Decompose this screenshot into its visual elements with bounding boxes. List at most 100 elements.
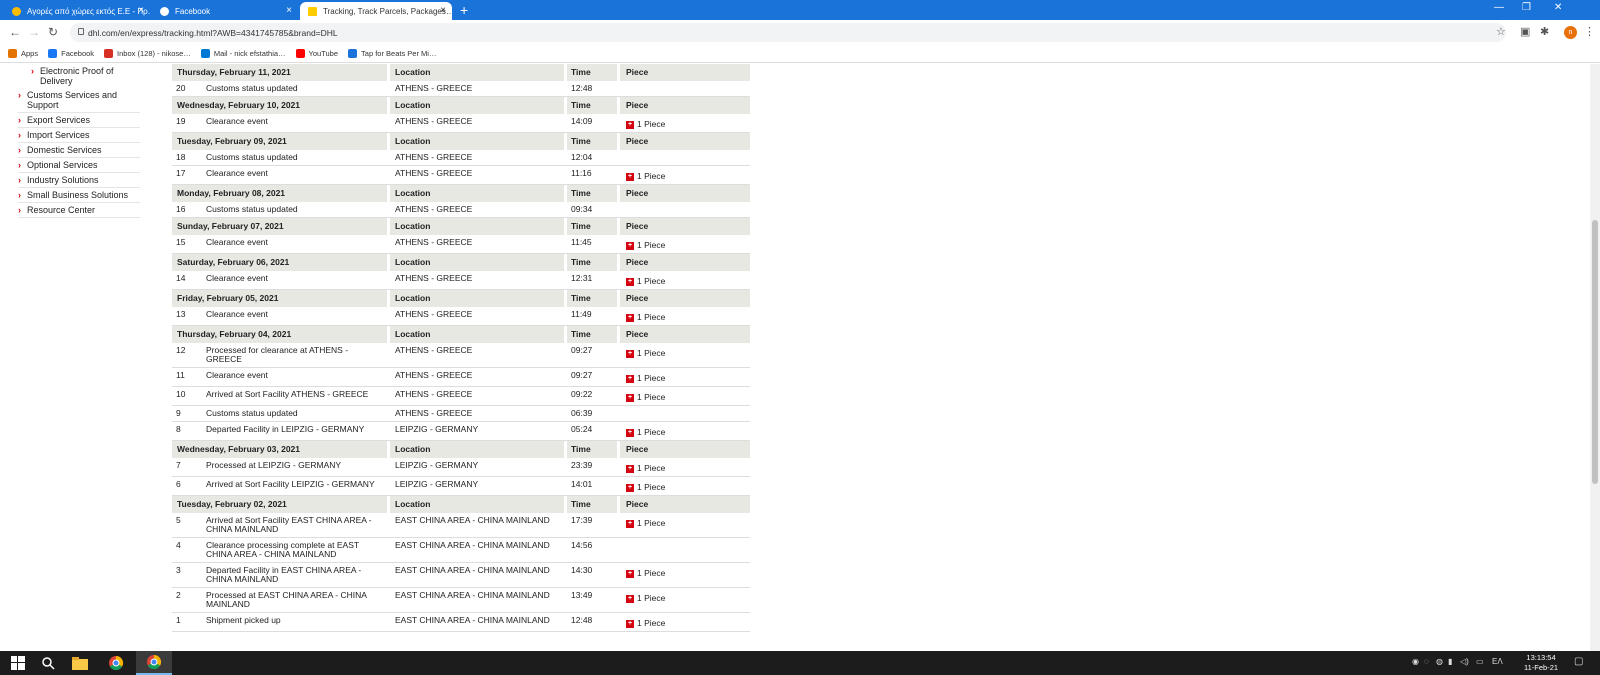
sidebar-item-epod[interactable]: › Electronic Proof of Delivery xyxy=(18,64,140,88)
close-icon[interactable]: × xyxy=(440,5,446,16)
scrollbar-thumb[interactable] xyxy=(1592,220,1598,484)
event-time: 12:04 xyxy=(564,150,617,165)
piece-toggle[interactable]: +1 Piece xyxy=(626,461,750,473)
bookmark-star-icon[interactable]: ☆ xyxy=(1496,25,1506,38)
tab-facebook[interactable]: Facebook × xyxy=(152,2,298,20)
extension-icon[interactable]: ▣ xyxy=(1520,25,1530,38)
menu-icon[interactable]: ⋮ xyxy=(1584,25,1595,38)
chrome-app-button[interactable] xyxy=(98,651,134,675)
piece-toggle[interactable]: +1 Piece xyxy=(626,346,750,358)
date-header-row: Tuesday, February 02, 2021 Location Time Pi… xyxy=(172,496,750,513)
piece-toggle[interactable]: +1 Piece xyxy=(626,390,750,402)
sidebar-item[interactable]: › Import Services xyxy=(18,128,140,143)
event-number: 13 xyxy=(176,309,186,319)
volume-icon[interactable]: ◁) xyxy=(1460,657,1469,666)
address-bar[interactable]: dhl.com/en/express/tracking.html?AWB=434… xyxy=(70,23,1506,42)
bookmark-item[interactable]: YouTube xyxy=(295,49,338,58)
event-description: Arrived at Sort Facility EAST CHINA AREA… xyxy=(206,515,372,534)
tray-nvidia-icon[interactable]: ▮ xyxy=(1448,657,1452,666)
clock[interactable]: 13:13:54 11-Feb-21 xyxy=(1524,653,1558,673)
tray-icon[interactable]: ◌ xyxy=(1424,657,1429,666)
time-header: Time xyxy=(564,64,617,81)
chrome-active-button[interactable] xyxy=(136,651,172,675)
bookmark-item[interactable]: Inbox (128) - nikose… xyxy=(104,49,191,58)
piece-header: Piece xyxy=(617,133,750,150)
piece-toggle[interactable]: +1 Piece xyxy=(626,616,750,628)
sidebar-item-label: Electronic Proof of Delivery xyxy=(40,66,114,86)
close-icon[interactable]: × xyxy=(138,5,144,16)
expand-plus-icon: + xyxy=(626,349,634,358)
sidebar-item[interactable]: › Customs Services and Support xyxy=(18,88,140,113)
piece-toggle[interactable]: +1 Piece xyxy=(626,591,750,603)
url-text: dhl.com/en/express/tracking.html?AWB=434… xyxy=(88,27,338,38)
piece-toggle[interactable]: +1 Piece xyxy=(626,169,750,181)
bookmark-item[interactable]: Mail - nick efstathia… xyxy=(200,49,286,58)
date-header-row: Tuesday, February 09, 2021 Location Time Pi… xyxy=(172,133,750,150)
sidebar-item-label: Small Business Solutions xyxy=(27,190,129,200)
date-header: Monday, February 08, 2021 xyxy=(177,188,286,198)
minimize-icon[interactable]: — xyxy=(1494,2,1504,13)
sidebar-item[interactable]: › Export Services xyxy=(18,113,140,128)
event-cell: 20 Customs status updated xyxy=(172,81,387,96)
tab-customs[interactable]: Αγορές από χώρες εκτός Ε.Ε - Πρ… × xyxy=(4,2,150,20)
language-indicator[interactable]: ΕΛ xyxy=(1492,657,1503,666)
event-description: Customs status updated xyxy=(206,204,298,214)
sidebar-item[interactable]: › Industry Solutions xyxy=(18,173,140,188)
notification-icon[interactable]: ▢ xyxy=(1574,656,1583,667)
search-button[interactable] xyxy=(30,651,66,675)
piece-toggle[interactable]: +1 Piece xyxy=(626,480,750,492)
piece-label: 1 Piece xyxy=(637,568,666,578)
location-header: Location xyxy=(387,290,564,307)
network-icon[interactable]: ▭ xyxy=(1476,657,1484,666)
bookmark-item[interactable]: Apps xyxy=(8,49,38,58)
piece-toggle[interactable]: +1 Piece xyxy=(626,274,750,286)
sidebar-item-label: Resource Center xyxy=(27,205,96,215)
piece-label: 1 Piece xyxy=(637,427,666,437)
table-row: 2 Processed at EAST CHINA AREA - CHINA MA… xyxy=(172,588,750,613)
piece-label: 1 Piece xyxy=(637,392,666,402)
bookmark-item[interactable]: Tap for Beats Per Mi… xyxy=(348,49,436,58)
piece-toggle[interactable]: +1 Piece xyxy=(626,117,750,129)
tray-steam-icon[interactable]: ◍ xyxy=(1436,657,1443,666)
avatar[interactable]: n xyxy=(1564,26,1577,39)
event-location: ATHENS - GREECE xyxy=(387,150,564,165)
event-location: EAST CHINA AREA - CHINA MAINLAND xyxy=(387,613,564,631)
piece-header: Piece xyxy=(617,97,750,114)
browser-toolbar: ← → ↻ dhl.com/en/express/tracking.html?A… xyxy=(0,20,1600,45)
event-cell: 14 Clearance event xyxy=(172,271,387,289)
piece-toggle[interactable]: +1 Piece xyxy=(626,238,750,250)
piece-toggle[interactable]: +1 Piece xyxy=(626,566,750,578)
sidebar-item[interactable]: › Resource Center xyxy=(18,203,140,218)
restore-icon[interactable]: ❐ xyxy=(1522,2,1531,13)
sidebar-item[interactable]: › Small Business Solutions xyxy=(18,188,140,203)
piece-cell xyxy=(617,538,750,562)
sidebar-item-label: Optional Services xyxy=(27,160,98,170)
sidebar-item-label: Customs Services and Support xyxy=(27,90,118,110)
file-explorer-button[interactable] xyxy=(62,651,98,675)
expand-plus-icon: + xyxy=(626,519,634,528)
event-time: 09:27 xyxy=(564,368,617,386)
piece-toggle[interactable]: +1 Piece xyxy=(626,310,750,322)
sidebar-item[interactable]: › Optional Services xyxy=(18,158,140,173)
new-tab-button[interactable]: + xyxy=(460,2,468,18)
event-description: Customs status updated xyxy=(206,83,298,93)
puzzle-icon[interactable]: ✱ xyxy=(1540,25,1549,38)
event-description: Clearance event xyxy=(206,168,268,178)
bookmark-item[interactable]: Facebook xyxy=(48,49,94,58)
event-time: 05:24 xyxy=(564,422,617,440)
piece-toggle[interactable]: +1 Piece xyxy=(626,371,750,383)
reload-icon[interactable]: ↻ xyxy=(48,25,58,39)
window-close-icon[interactable]: ✕ xyxy=(1554,2,1562,13)
forward-icon[interactable]: → xyxy=(28,25,40,39)
piece-toggle[interactable]: +1 Piece xyxy=(626,425,750,437)
location-header: Location xyxy=(387,64,564,81)
tab-dhl-tracking[interactable]: Tracking, Track Parcels, Packages… × xyxy=(300,2,452,20)
sidebar-item[interactable]: › Domestic Services xyxy=(18,143,140,158)
scrollbar[interactable] xyxy=(1590,64,1600,651)
event-number: 7 xyxy=(176,460,181,470)
close-icon[interactable]: × xyxy=(286,5,292,16)
tray-discord-icon[interactable]: ◉ xyxy=(1412,657,1419,666)
location-header: Location xyxy=(387,185,564,202)
piece-toggle[interactable]: +1 Piece xyxy=(626,516,750,528)
back-icon[interactable]: ← xyxy=(9,25,21,39)
